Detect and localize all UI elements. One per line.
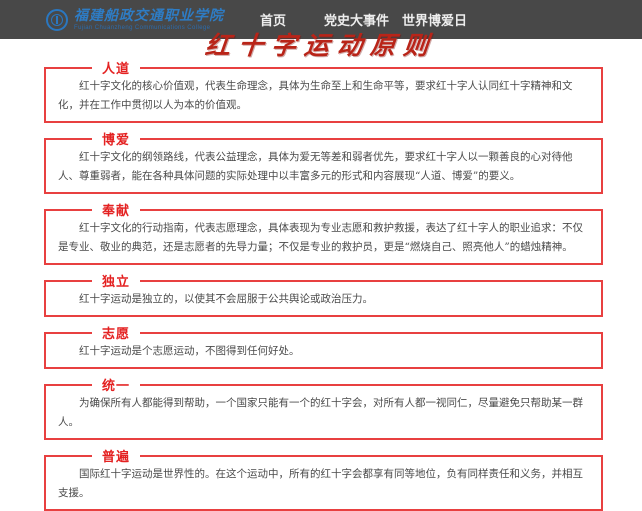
principle-text: 红十字文化的核心价值观，代表生命理念，具体为生命至上和生命平等，要求红十字人认同…: [58, 77, 591, 115]
principle-section-fraternity: 博爱 红十字文化的纲领路线，代表公益理念，具体为爱无等差和弱者优先，要求红十字人…: [44, 138, 603, 194]
college-emblem-icon: [46, 9, 68, 31]
principle-text: 国际红十字运动是世界性的。在这个运动中，所有的红十字会都享有同等地位，负有同样责…: [58, 465, 591, 503]
principle-section-dedication: 奉献 红十字文化的行动指南，代表志愿理念，具体表现为专业志愿和救护救援，表达了红…: [44, 209, 603, 265]
principle-text: 红十字文化的纲领路线，代表公益理念，具体为爱无等差和弱者优先，要求红十字人以一颗…: [58, 148, 591, 186]
principle-text: 红十字运动是独立的，以使其不会屈服于公共舆论或政治压力。: [58, 290, 591, 309]
nav-item-world-fraternity-day[interactable]: 世界博爱日: [402, 10, 467, 29]
college-logo[interactable]: 福建船政交通职业学院 Fujian Chuanzheng Communicati…: [46, 9, 224, 31]
principle-label: 志愿: [92, 326, 140, 341]
principle-text: 红十字运动是个志愿运动，不图得到任何好处。: [58, 342, 591, 361]
principle-section-voluntary: 志愿 红十字运动是个志愿运动，不图得到任何好处。: [44, 332, 603, 369]
principle-label: 人道: [92, 61, 140, 76]
principle-label: 统一: [92, 378, 140, 393]
college-name: 福建船政交通职业学院: [74, 9, 224, 23]
main-nav: 首页 党史大事件 世界博爱日: [260, 10, 467, 29]
principle-label: 奉献: [92, 203, 140, 218]
principle-section-independence: 独立 红十字运动是独立的，以使其不会屈服于公共舆论或政治压力。: [44, 280, 603, 317]
principle-label: 博爱: [92, 132, 140, 147]
principles-list: 人道 红十字文化的核心价值观，代表生命理念，具体为生命至上和生命平等，要求红十字…: [0, 39, 642, 511]
principle-text: 红十字文化的行动指南，代表志愿理念，具体表现为专业志愿和救护救援，表达了红十字人…: [58, 219, 591, 257]
principle-section-humanity: 人道 红十字文化的核心价值观，代表生命理念，具体为生命至上和生命平等，要求红十字…: [44, 67, 603, 123]
principle-label: 普遍: [92, 449, 140, 464]
nav-item-party-history-events[interactable]: 党史大事件: [324, 10, 389, 29]
nav-item-home[interactable]: 首页: [260, 10, 286, 29]
college-name-english: Fujian Chuanzheng Communications College: [74, 25, 224, 31]
principle-section-universality: 普遍 国际红十字运动是世界性的。在这个运动中，所有的红十字会都享有同等地位，负有…: [44, 455, 603, 511]
principle-section-unity: 统一 为确保所有人都能得到帮助，一个国家只能有一个的红十字会，对所有人都一视同仁…: [44, 384, 603, 440]
principle-label: 独立: [92, 274, 140, 289]
top-header-bar: 福建船政交通职业学院 Fujian Chuanzheng Communicati…: [0, 0, 642, 39]
principle-text: 为确保所有人都能得到帮助，一个国家只能有一个的红十字会，对所有人都一视同仁，尽量…: [58, 394, 591, 432]
